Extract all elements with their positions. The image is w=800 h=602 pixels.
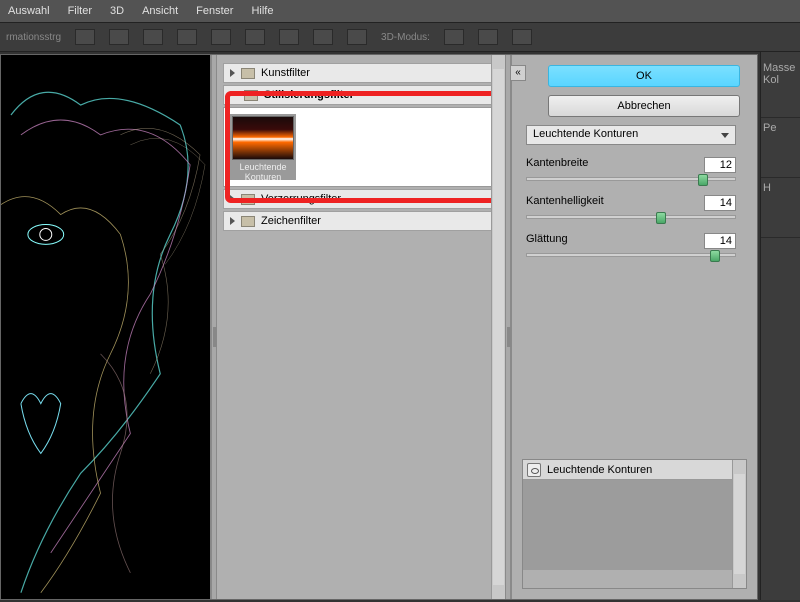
slider-track[interactable] [526,215,736,219]
slider-thumb[interactable] [656,212,666,224]
slider-value-input[interactable]: 14 [704,195,736,211]
filter-thumb-leuchtende-konturen[interactable]: Leuchtende Konturen [230,114,296,180]
filter-thumbnail-area: Leuchtende Konturen [223,107,499,187]
menu-ansicht[interactable]: Ansicht [142,5,178,17]
folder-icon [244,90,258,101]
slider-label: Kantenhelligkeit [526,195,604,211]
toolbar-icon[interactable] [478,29,498,45]
slider-track[interactable] [526,177,736,181]
menu-fenster[interactable]: Fenster [196,5,233,17]
preview-image [1,55,210,599]
toolbar-icon[interactable] [177,29,197,45]
slider-label: Kantenbreite [526,157,588,173]
menubar: Auswahl Filter 3D Ansicht Fenster Hilfe [0,0,800,22]
toolbar-icon[interactable] [313,29,333,45]
slider-track[interactable] [526,253,736,257]
toolbar-icon[interactable] [347,29,367,45]
tree-label: Zeichenfilter [261,215,321,227]
folder-icon [241,216,255,227]
toolbar-icon[interactable] [109,29,129,45]
slider-kantenhelligkeit: Kantenhelligkeit 14 [526,195,747,219]
cancel-button[interactable]: Abbrechen [548,95,740,117]
chevron-right-icon [230,217,235,225]
controls-pane: « OK Abbrechen Leuchtende Konturen Kante… [511,55,757,599]
dock-tab[interactable]: Pe [761,118,800,178]
tree-item-verzerrungsfilter[interactable]: Verzerrungsfilter [223,189,499,209]
chevron-right-icon [230,195,235,203]
select-value: Leuchtende Konturen [533,128,638,140]
options-toolbar: rmationsstrg 3D-Modus: [0,22,800,52]
tree-item-kunstfilter[interactable]: Kunstfilter [223,63,499,83]
toolbar-label-left: rmationsstrg [6,32,61,43]
filter-select[interactable]: Leuchtende Konturen [526,125,736,145]
chevron-down-icon [230,91,238,100]
slider-thumb[interactable] [698,174,708,186]
filter-tree-pane: Kunstfilter Stilisierungsfilter Leuchten… [217,55,505,599]
collapse-tree-button[interactable]: « [510,65,526,81]
slider-glaettung: Glättung 14 [526,233,747,257]
slider-value-input[interactable]: 12 [704,157,736,173]
effect-layers-body [523,480,746,570]
effect-layers-panel: Leuchtende Konturen [522,459,747,589]
eye-icon[interactable] [527,463,541,477]
slider-thumb[interactable] [710,250,720,262]
preview-pane [1,55,211,599]
toolbar-icon[interactable] [75,29,95,45]
toolbar-icon[interactable] [279,29,299,45]
folder-icon [241,68,255,79]
toolbar-label-3d: 3D-Modus: [381,32,430,43]
right-dock: Masse Kol Pe H [760,52,800,600]
tree-scrollbar[interactable] [491,55,505,599]
menu-3d[interactable]: 3D [110,5,124,17]
menu-filter[interactable]: Filter [68,5,92,17]
slider-value-input[interactable]: 14 [704,233,736,249]
effect-layer-title[interactable]: Leuchtende Konturen [547,464,652,476]
toolbar-icon[interactable] [444,29,464,45]
layers-scrollbar[interactable] [732,460,746,588]
tree-item-stilisierungsfilter[interactable]: Stilisierungsfilter [223,85,499,105]
thumb-image [232,116,294,160]
slider-label: Glättung [526,233,568,249]
filter-gallery-dialog: Kunstfilter Stilisierungsfilter Leuchten… [0,54,758,600]
tree-label: Kunstfilter [261,67,310,79]
tree-label: Verzerrungsfilter [261,193,341,205]
slider-kantenbreite: Kantenbreite 12 [526,157,747,181]
thumb-label: Leuchtende Konturen [232,162,294,182]
toolbar-icon[interactable] [143,29,163,45]
tree-item-zeichenfilter[interactable]: Zeichenfilter [223,211,499,231]
menu-auswahl[interactable]: Auswahl [8,5,50,17]
dock-tab[interactable]: Masse Kol [761,58,800,118]
tree-label: Stilisierungsfilter [264,89,354,101]
folder-icon [241,194,255,205]
chevron-right-icon [230,69,235,77]
toolbar-icon[interactable] [211,29,231,45]
toolbar-icon[interactable] [245,29,265,45]
menu-hilfe[interactable]: Hilfe [251,5,273,17]
toolbar-icon[interactable] [512,29,532,45]
dock-tab[interactable]: H [761,178,800,238]
ok-button[interactable]: OK [548,65,740,87]
